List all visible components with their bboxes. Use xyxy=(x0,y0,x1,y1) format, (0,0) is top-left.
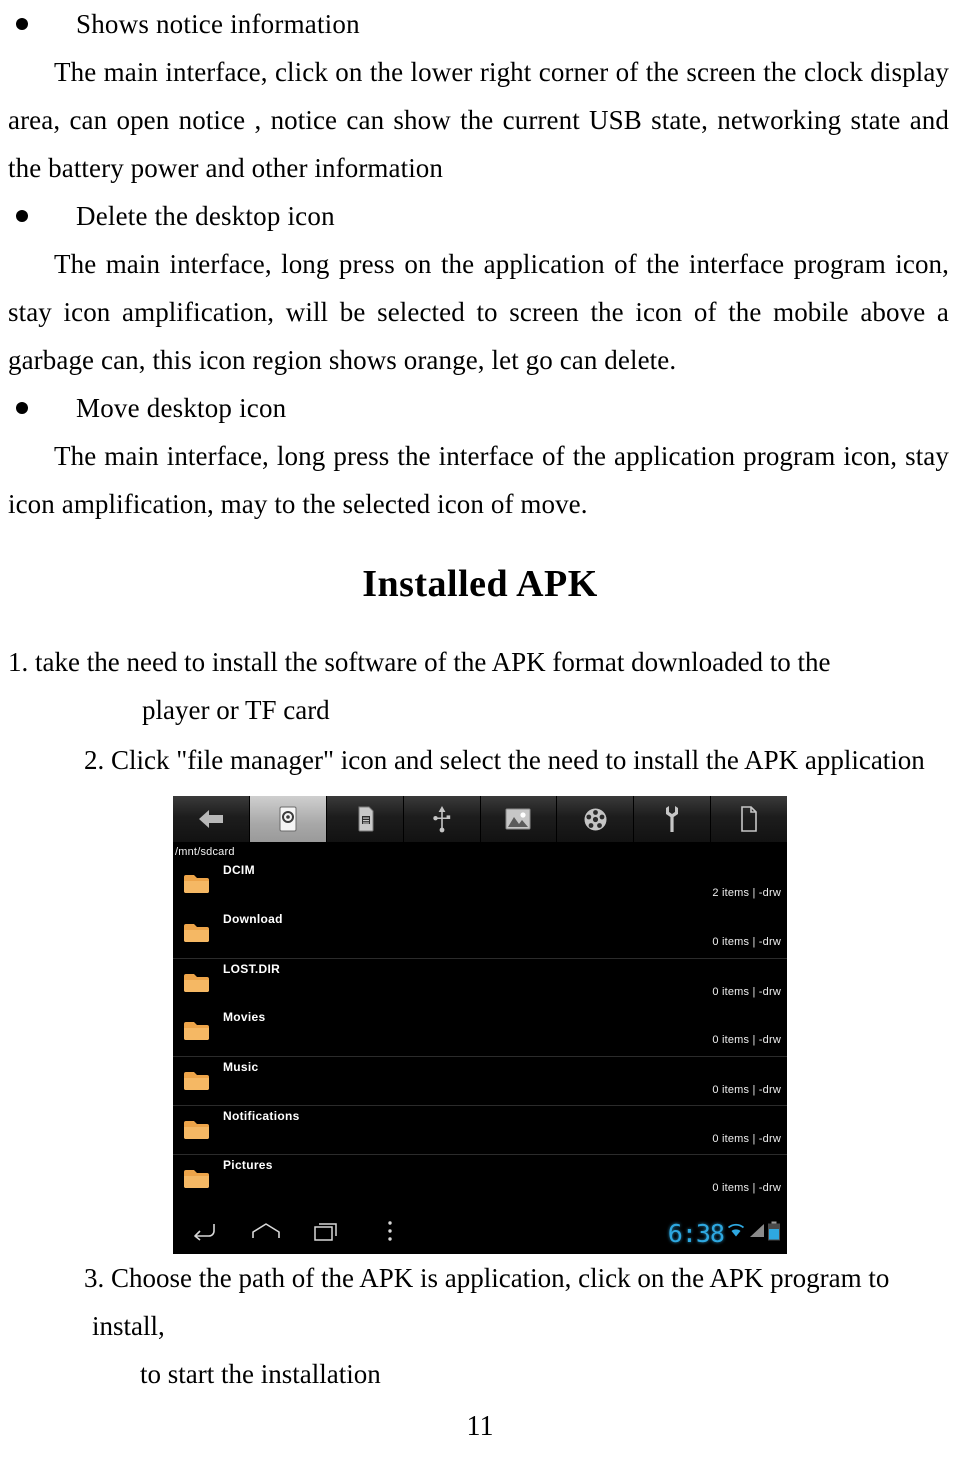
status-clock: 6:38 xyxy=(667,1218,725,1248)
bullet-item-move-icon: Move desktop icon xyxy=(8,384,952,432)
document-page: Shows notice information The main interf… xyxy=(0,0,960,1459)
usb-icon xyxy=(432,805,452,833)
paragraph-delete-icon: The main interface, long press on the ap… xyxy=(8,249,949,375)
step-text: Choose the path of the APK is applicatio… xyxy=(92,1263,890,1341)
file-meta: 0 items | -drw xyxy=(712,936,781,948)
back-arrow-button[interactable] xyxy=(173,796,250,842)
back-arrow-icon xyxy=(196,808,226,830)
paragraph-move-icon: The main interface, long press the inter… xyxy=(8,441,949,519)
step-number: 2. xyxy=(84,745,105,775)
folder-icon xyxy=(183,1019,213,1043)
file-name: Movies xyxy=(223,1010,266,1024)
bullet-dot-icon xyxy=(16,210,28,222)
folder-icon xyxy=(183,921,213,945)
step-item-2: 2. Click "file manager" icon and select … xyxy=(8,736,952,784)
android-file-manager-screenshot: /mnt/sdcard DCIM 2 items | -drw Download… xyxy=(173,796,787,1254)
bullet-label: Move desktop icon xyxy=(76,393,287,423)
image-icon xyxy=(505,808,531,830)
file-name: DCIM xyxy=(223,863,255,877)
table-row[interactable]: Pictures 0 items | -drw xyxy=(173,1154,787,1203)
step-continuation: to start the installation xyxy=(140,1359,381,1389)
step-number: 3. xyxy=(84,1263,105,1293)
step-text: take the need to install the software of… xyxy=(35,647,831,677)
file-list: DCIM 2 items | -drw Download 0 items | -… xyxy=(173,860,787,1203)
file-meta: 0 items | -drw xyxy=(712,986,781,998)
bullet-label: Shows notice information xyxy=(76,9,360,39)
table-row[interactable]: LOST.DIR 0 items | -drw xyxy=(173,958,787,1007)
usb-button[interactable] xyxy=(403,796,481,842)
internal-storage-button[interactable] xyxy=(249,796,327,842)
table-row[interactable]: DCIM 2 items | -drw xyxy=(173,860,787,909)
page-title: Installed APK xyxy=(362,563,598,605)
sd-card-icon xyxy=(355,806,375,832)
nav-recents-icon xyxy=(314,1220,342,1247)
folder-icon xyxy=(183,1167,213,1191)
table-row[interactable]: Music 0 items | -drw xyxy=(173,1056,787,1105)
file-meta: 0 items | -drw xyxy=(712,1034,781,1046)
android-navigation-bar: 6:38 xyxy=(173,1212,787,1254)
battery-icon xyxy=(767,1221,781,1246)
sd-card-button[interactable] xyxy=(326,796,404,842)
folder-icon xyxy=(183,1118,213,1142)
file-name: Notifications xyxy=(223,1109,300,1123)
signal-icon xyxy=(748,1222,765,1245)
nav-home-icon xyxy=(251,1221,281,1246)
page-number: 11 xyxy=(466,1411,494,1442)
table-row[interactable]: Notifications 0 items | -drw xyxy=(173,1105,787,1154)
film-reel-button[interactable] xyxy=(557,796,635,842)
file-meta: 0 items | -drw xyxy=(712,1133,781,1145)
status-area: 6:38 xyxy=(668,1221,787,1246)
tools-button[interactable] xyxy=(634,796,712,842)
bullet-dot-icon xyxy=(16,18,28,30)
bullet-dot-icon xyxy=(16,402,28,414)
film-reel-icon xyxy=(583,807,608,832)
nav-back-button[interactable] xyxy=(173,1221,235,1246)
nav-home-button[interactable] xyxy=(235,1221,297,1246)
table-row[interactable]: Download 0 items | -drw xyxy=(173,909,787,958)
screenshot-figure: /mnt/sdcard DCIM 2 items | -drw Download… xyxy=(8,796,952,1254)
step-item-3: 3. Choose the path of the APK is applica… xyxy=(8,1254,952,1398)
nav-menu-icon xyxy=(387,1220,393,1247)
internal-storage-icon xyxy=(278,806,298,832)
file-manager-toolbar xyxy=(173,796,787,843)
file-name: Download xyxy=(223,912,283,926)
bullet-item-delete-icon: Delete the desktop icon xyxy=(8,192,952,240)
wifi-icon xyxy=(726,1222,746,1245)
paragraph-notice: The main interface, click on the lower r… xyxy=(8,57,949,183)
step-number: 1. xyxy=(8,647,29,677)
current-path-label: /mnt/sdcard xyxy=(175,846,235,858)
folder-icon xyxy=(183,872,213,896)
image-button[interactable] xyxy=(480,796,558,842)
file-meta: 0 items | -drw xyxy=(712,1182,781,1194)
table-row[interactable]: Movies 0 items | -drw xyxy=(173,1007,787,1056)
nav-menu-button[interactable] xyxy=(359,1220,421,1247)
step-text: Click "file manager" icon and select the… xyxy=(111,745,925,775)
file-name: Pictures xyxy=(223,1158,273,1172)
document-icon xyxy=(739,806,759,832)
folder-icon xyxy=(183,1069,213,1093)
nav-back-icon xyxy=(191,1221,217,1246)
folder-icon xyxy=(183,971,213,995)
bullet-item-notice: Shows notice information xyxy=(8,0,952,48)
bullet-label: Delete the desktop icon xyxy=(76,201,335,231)
step-continuation: player or TF card xyxy=(142,695,330,725)
file-name: LOST.DIR xyxy=(223,962,281,976)
file-name: Music xyxy=(223,1060,259,1074)
documents-button[interactable] xyxy=(711,796,787,842)
file-meta: 2 items | -drw xyxy=(712,887,781,899)
wrench-icon xyxy=(663,805,681,833)
step-item-1: 1. take the need to install the software… xyxy=(8,638,952,734)
nav-recents-button[interactable] xyxy=(297,1220,359,1247)
file-meta: 0 items | -drw xyxy=(712,1084,781,1096)
